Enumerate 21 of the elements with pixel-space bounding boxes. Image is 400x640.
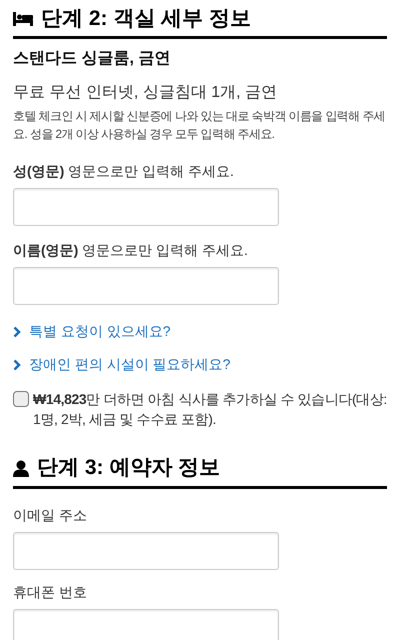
input-field[interactable] xyxy=(13,532,279,570)
chevron-icon xyxy=(13,358,21,371)
expand-link[interactable]: 장애인 편의 시설이 필요하세요? xyxy=(13,354,230,376)
room-amenities: 무료 무선 인터넷, 싱글침대 1개, 금연 xyxy=(13,83,278,104)
chevron-icon xyxy=(13,326,21,338)
breakfast-checkbox[interactable] xyxy=(13,391,29,408)
name-instructions: 호텔 체크인 시 제시할 신분증에 나와 있는 대로 숙박객 이름을 입력해 주세요. 성을 2개 이상 사용하실 경우 모두 입력해 주세요. xyxy=(13,108,386,144)
input-field[interactable] xyxy=(13,267,279,306)
input-field[interactable] xyxy=(13,608,279,640)
section-heading: 단계 3: 예약자 정보 xyxy=(37,455,220,482)
field-label: 성(영문) 영문으로만 입력해 주세요. xyxy=(13,162,235,182)
expand-link[interactable]: 특별 요청이 있으세요? xyxy=(13,321,171,342)
room-name: 스탠다드 싱글룸, 금연 xyxy=(13,49,172,70)
field-label: 이메일 주소 xyxy=(13,506,88,524)
field-label: 이름(영문) 영문으로만 입력해 주세요. xyxy=(13,241,249,260)
breakfast-offer: ₩14,823만 더하면 아침 식사를 추가하실 수 있습니다(대상: 1명, 2박, 세금 및 수수료 포함). xyxy=(33,390,387,430)
section-heading: 단계 2: 객실 세부 정보 xyxy=(41,6,252,32)
person-icon xyxy=(13,460,29,477)
bed-icon xyxy=(13,12,33,26)
field-label: 휴대폰 번호 xyxy=(13,582,88,602)
input-field[interactable] xyxy=(13,188,279,226)
